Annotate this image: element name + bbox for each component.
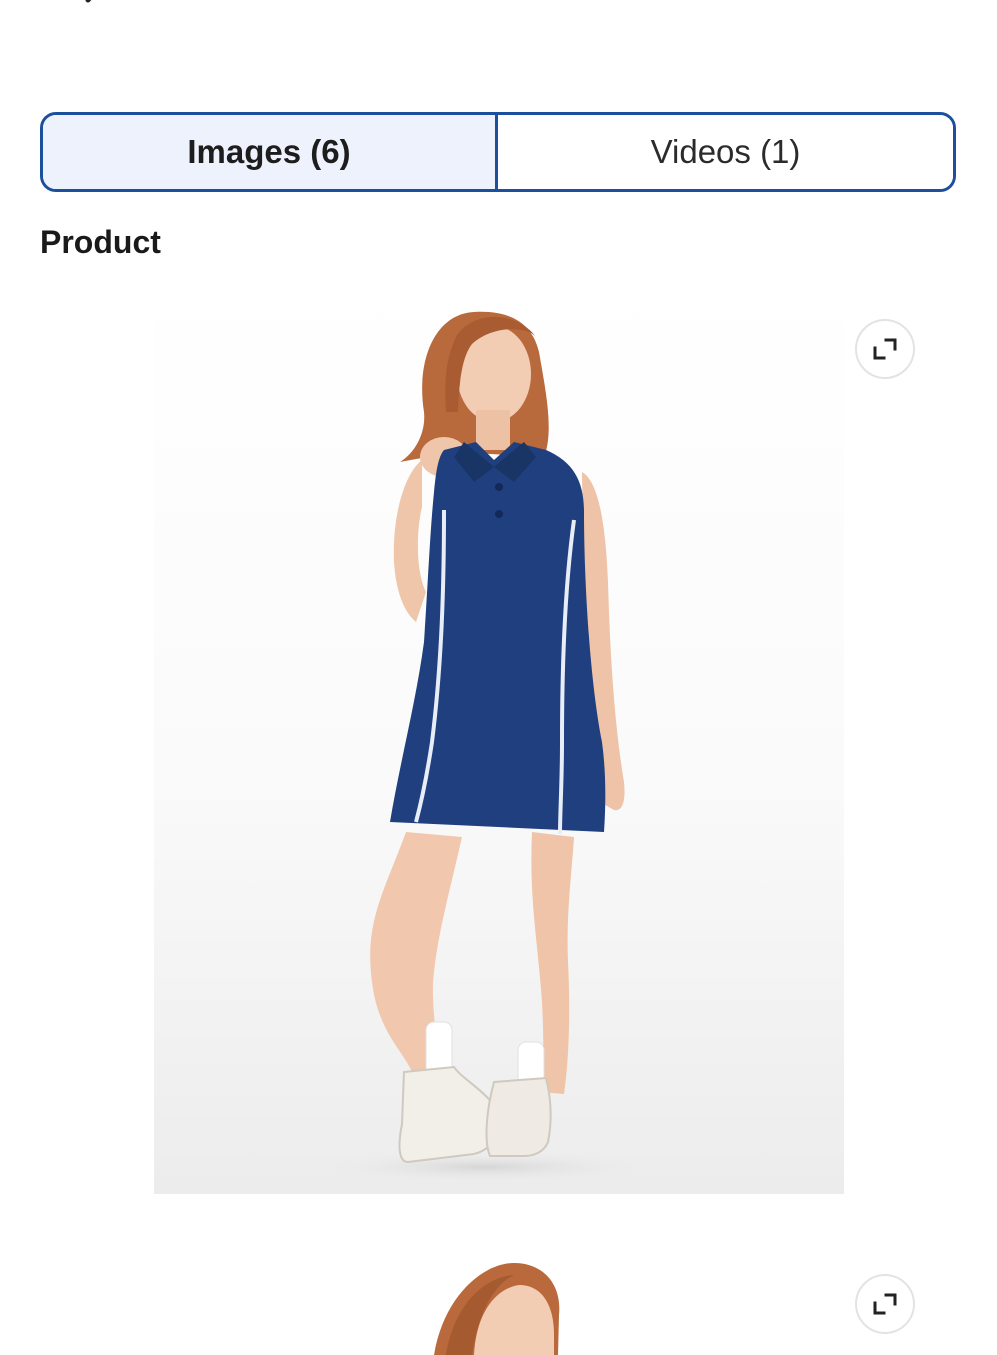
expand-icon	[873, 1293, 897, 1315]
tab-videos[interactable]: Videos (1)	[498, 115, 953, 189]
expand-button[interactable]	[855, 1274, 915, 1334]
section-title: Product	[40, 224, 161, 260]
expand-icon	[873, 338, 897, 360]
top-bar	[0, 0, 997, 20]
media-type-tabs: Images (6) Videos (1)	[40, 112, 956, 192]
product-photo	[154, 282, 844, 1194]
product-image-1[interactable]	[154, 282, 844, 1194]
product-photo	[154, 1255, 844, 1355]
tab-videos-label: Videos (1)	[650, 133, 801, 170]
product-image-2[interactable]	[154, 1255, 844, 1355]
chevron-left-icon[interactable]	[80, 0, 110, 14]
tab-images[interactable]: Images (6)	[43, 115, 498, 189]
tab-images-label: Images (6)	[187, 133, 351, 170]
close-icon[interactable]	[872, 0, 906, 12]
expand-button[interactable]	[855, 319, 915, 379]
